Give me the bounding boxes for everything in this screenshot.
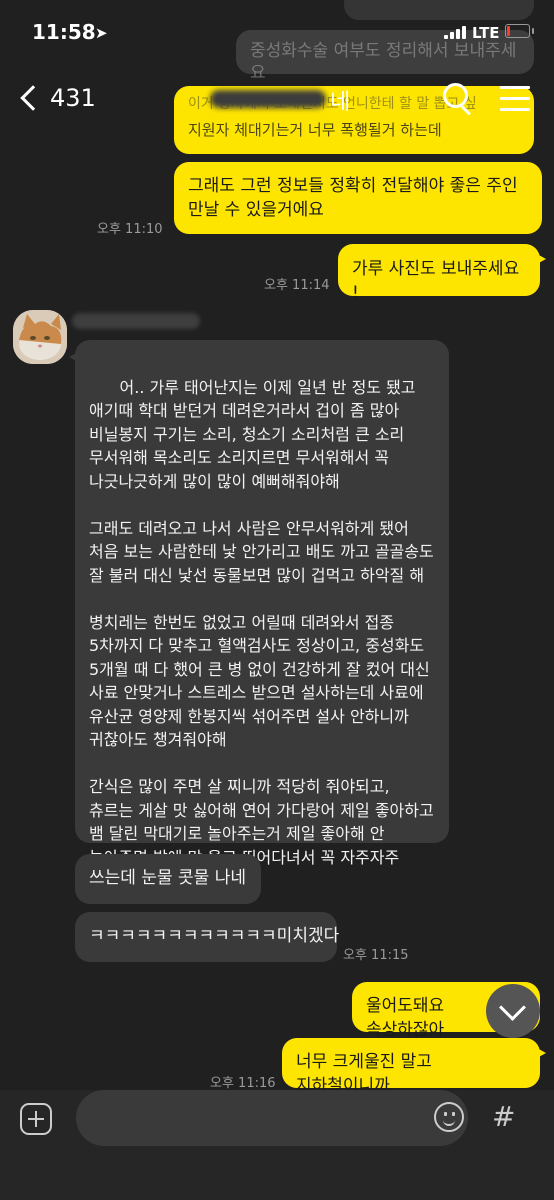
room-title-visible: 네 (330, 90, 351, 115)
message-text: 쓰는데 눈물 콧물 나네 (89, 868, 246, 888)
my-message[interactable]: 너무 크게울진 말고 지하철이니까 (282, 1038, 546, 1096)
their-message[interactable]: 어.. 가루 태어난지는 이제 일년 반 정도 됐고 애기때 학대 받던거 데려… (69, 340, 449, 890)
my-message[interactable]: 그래도 그런 정보들 정확히 전달해야 좋은 주인 만날 수 있을거에요 (174, 162, 542, 234)
input-bar: # (0, 1090, 554, 1200)
back-button[interactable]: 431 (16, 78, 96, 118)
room-title (210, 90, 326, 108)
message-text: ㅋㅋㅋㅋㅋㅋㅋㅋㅋㅋㅋㅋ미치겠다 (89, 926, 340, 946)
chevron-left-icon (20, 85, 46, 111)
network-label: LTE (472, 24, 500, 42)
chat-screen: 중성화수술 여부도 정리해서 보내주세요 이거 당사에서 보내면서도 언니한테 … (0, 0, 554, 1200)
location-arrow-icon: ➤ (95, 24, 108, 42)
scroll-to-bottom-button[interactable] (486, 984, 540, 1038)
timestamp: 오후 11:16 (210, 1076, 276, 1091)
timestamp: 오후 11:14 (264, 278, 330, 293)
their-message[interactable]: 쓰는데 눈물 콧물 나네 (75, 854, 261, 904)
timestamp: 오후 11:10 (97, 222, 163, 237)
chat-header: 431 네 (0, 64, 554, 134)
sender-name (72, 313, 200, 329)
status-time: 11:58 (32, 20, 96, 44)
message-text: 가루 사진도 보내주세요 ! (352, 259, 520, 303)
battery-icon (505, 24, 534, 38)
message-text: 그래도 그런 정보들 정확히 전달해야 좋은 주인 만날 수 있을거에요 (188, 176, 518, 220)
search-icon[interactable] (440, 80, 476, 116)
hamburger-menu-icon[interactable] (500, 86, 532, 112)
message-list[interactable]: 중성화수술 여부도 정리해서 보내주세요 이거 당사에서 보내면서도 언니한테 … (0, 0, 554, 1096)
signal-icon (444, 25, 468, 39)
hash-icon[interactable]: # (492, 1100, 515, 1133)
timestamp: 오후 11:15 (343, 948, 409, 963)
message-input[interactable] (76, 1090, 468, 1146)
emoji-icon[interactable] (434, 1102, 464, 1132)
my-message[interactable]: 가루 사진도 보내주세요 ! (338, 244, 546, 303)
their-message[interactable]: ㅋㅋㅋㅋㅋㅋㅋㅋㅋㅋㅋㅋ미치겠다 (75, 912, 340, 962)
cat-avatar-icon[interactable] (13, 310, 67, 364)
status-bar: 11:58 ➤ LTE (0, 0, 554, 64)
plus-icon[interactable] (20, 1103, 52, 1135)
unread-count: 431 (50, 84, 96, 112)
chevron-down-icon (499, 994, 526, 1021)
message-text: 어.. 가루 태어난지는 이제 일년 반 정도 됐고 애기때 학대 받던거 데려… (89, 377, 434, 891)
message-text: 울어도돼요 속상하잖아 (366, 996, 445, 1040)
